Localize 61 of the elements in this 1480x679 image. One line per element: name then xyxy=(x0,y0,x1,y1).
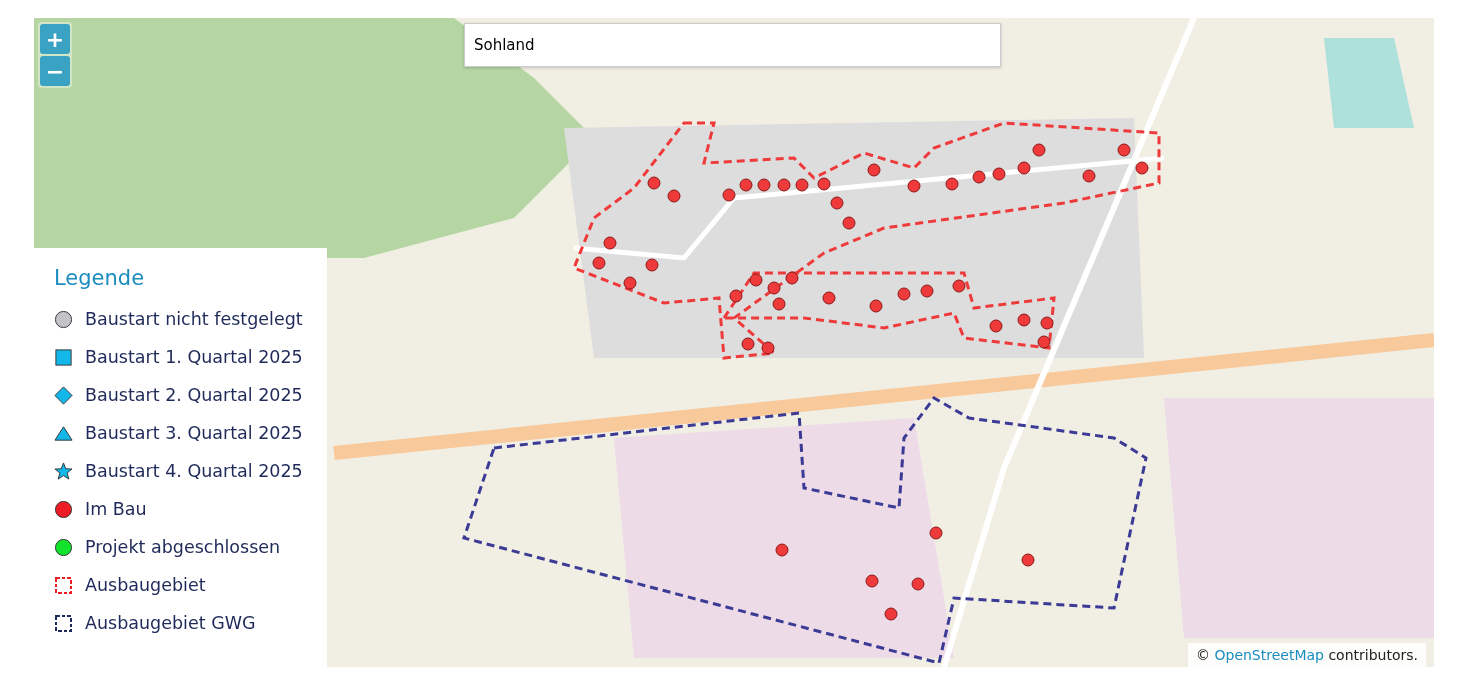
map-marker[interactable] xyxy=(869,299,883,313)
attribution-text: © OpenStreetMap contributors. xyxy=(1188,643,1426,667)
map-marker[interactable] xyxy=(761,341,775,355)
map-marker[interactable] xyxy=(842,216,856,230)
map-marker[interactable] xyxy=(830,196,844,210)
legend-label: Baustart 1. Quartal 2025 xyxy=(85,347,303,367)
map-marker[interactable] xyxy=(989,319,1003,333)
legend-label: Im Bau xyxy=(85,499,147,519)
map-marker[interactable] xyxy=(772,297,786,311)
map-marker[interactable] xyxy=(822,291,836,305)
map-marker[interactable] xyxy=(911,577,925,591)
map-marker[interactable] xyxy=(884,607,898,621)
map-marker[interactable] xyxy=(1040,316,1054,330)
legend-label: Baustart 2. Quartal 2025 xyxy=(85,385,303,405)
map-marker[interactable] xyxy=(952,279,966,293)
map-marker[interactable] xyxy=(592,256,606,270)
map-marker[interactable] xyxy=(647,176,661,190)
map-marker[interactable] xyxy=(897,287,911,301)
legend-label: Ausbaugebiet GWG xyxy=(85,613,256,633)
map-marker[interactable] xyxy=(623,276,637,290)
map-marker[interactable] xyxy=(865,574,879,588)
legend-label: Baustart nicht festgelegt xyxy=(85,309,303,329)
zoom-out-button[interactable]: − xyxy=(40,56,70,86)
map-marker[interactable] xyxy=(867,163,881,177)
map-marker[interactable] xyxy=(645,258,659,272)
map-marker[interactable] xyxy=(1037,335,1051,349)
map-marker[interactable] xyxy=(1021,553,1035,567)
map-marker[interactable] xyxy=(795,178,809,192)
map-marker[interactable] xyxy=(1032,143,1046,157)
map-marker[interactable] xyxy=(722,188,736,202)
map-marker[interactable] xyxy=(929,526,943,540)
legend-title: Legende xyxy=(54,266,146,290)
map-marker[interactable] xyxy=(749,273,763,287)
map-marker[interactable] xyxy=(777,178,791,192)
legend-label: Ausbaugebiet xyxy=(85,575,206,595)
map-marker[interactable] xyxy=(1082,169,1096,183)
map-marker[interactable] xyxy=(739,178,753,192)
zoom-in-button[interactable]: + xyxy=(40,24,70,54)
map-marker[interactable] xyxy=(817,177,831,191)
map-marker[interactable] xyxy=(741,337,755,351)
map-marker[interactable] xyxy=(1117,143,1131,157)
map-marker[interactable] xyxy=(775,543,789,557)
search-field[interactable]: Sohland xyxy=(464,23,1001,67)
legend-label: Projekt abgeschlossen xyxy=(85,537,281,557)
map-marker[interactable] xyxy=(767,281,781,295)
map-marker[interactable] xyxy=(992,167,1006,181)
openstreetmap-link[interactable]: OpenStreetMap xyxy=(1214,647,1324,663)
map-marker[interactable] xyxy=(920,284,934,298)
legend-label: Baustart 3. Quartal 2025 xyxy=(85,423,303,443)
map-marker[interactable] xyxy=(972,170,986,184)
map-marker[interactable] xyxy=(1135,161,1149,175)
map-marker[interactable] xyxy=(907,179,921,193)
map-marker[interactable] xyxy=(729,289,743,303)
map-marker[interactable] xyxy=(945,177,959,191)
legend-label: Baustart 4. Quartal 2025 xyxy=(85,461,303,481)
map-marker[interactable] xyxy=(603,236,617,250)
map-marker[interactable] xyxy=(1017,161,1031,175)
map-marker[interactable] xyxy=(1017,313,1031,327)
map-marker[interactable] xyxy=(667,189,681,203)
map-marker[interactable] xyxy=(757,178,771,192)
map-marker[interactable] xyxy=(785,271,799,285)
